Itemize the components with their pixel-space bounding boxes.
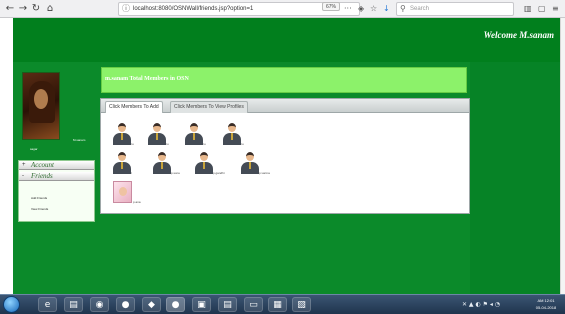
forward-icon[interactable]: → — [17, 2, 29, 16]
taskbar: e ▤ ◉ ● ◆ ● ▣ ▤ ▭ ▦ ▧ ✕ ▲ ◐ ⚑ ◂ ◔ AM 12:… — [0, 294, 565, 314]
member-item[interactable]: r — [113, 152, 141, 178]
member-item[interactable]: p.sonu — [153, 152, 181, 178]
member-avatar-icon — [246, 152, 254, 161]
download-icon[interactable]: ↓ — [383, 3, 390, 15]
member-photo-face — [119, 187, 127, 196]
member-name: ru — [166, 142, 169, 146]
accordion-account-label: Account — [31, 161, 54, 169]
member-avatar-tie — [231, 133, 233, 140]
accordion-account[interactable]: + Account — [19, 161, 94, 170]
page-header: Welcome M.sanam — [13, 18, 560, 62]
member-item[interactable]: p.gandhi — [195, 152, 225, 178]
member-avatar-icon — [118, 152, 126, 161]
document-icon[interactable]: ▤ — [218, 297, 237, 312]
sidebar-menu: + Account - Friends Add Friends View Fri… — [18, 160, 95, 222]
collapse-icon: - — [22, 173, 24, 179]
member-avatar-icon — [158, 152, 166, 161]
member-item[interactable]: p.varma — [241, 152, 270, 178]
member-name: r — [131, 171, 132, 175]
expand-icon: + — [22, 162, 26, 168]
system-tray-icons[interactable]: ✕ ▲ ◐ ⚑ ◂ ◔ — [462, 300, 500, 309]
member-name: p.sonu — [171, 171, 181, 175]
tab-strip: Click Members To Add Click Members To Vi… — [101, 99, 469, 113]
member-item[interactable]: ru — [113, 123, 141, 149]
member-name: ru — [241, 142, 244, 146]
member-avatar-tie — [203, 162, 205, 169]
menu-icon[interactable]: ≡ — [552, 3, 559, 15]
vertical-scrollbar[interactable] — [560, 18, 565, 294]
pocket-icon[interactable]: ◈ — [358, 3, 364, 15]
accordion-friends-label: Friends — [31, 172, 53, 180]
members-banner-title: m.sanam Total Members in OSN — [105, 76, 189, 82]
view-friends-link[interactable]: View Friends — [31, 207, 48, 211]
page-actions-icon[interactable]: ··· — [344, 3, 352, 15]
folder-icon[interactable]: ▣ — [192, 297, 211, 312]
profile-photo — [22, 72, 60, 140]
members-panel: Click Members To Add Click Members To Vi… — [100, 98, 470, 214]
member-item[interactable]: p.ana — [113, 181, 141, 207]
reload-icon[interactable]: ↻ — [30, 2, 42, 16]
welcome-text: Welcome M.sanam — [483, 30, 554, 40]
member-avatar-icon — [228, 123, 236, 132]
url-text: localhost:8080/OSNWall/friends.jsp?optio… — [133, 6, 254, 12]
home-icon[interactable]: ⌂ — [44, 2, 56, 16]
bookmark-star-icon[interactable]: ☆ — [370, 3, 377, 15]
member-avatar-tie — [193, 133, 195, 140]
member-name: ru — [131, 142, 134, 146]
accordion-friends[interactable]: - Friends — [19, 172, 94, 181]
start-button[interactable] — [3, 296, 20, 313]
info-icon[interactable]: ⓘ — [122, 3, 130, 15]
clock[interactable]: AM 12:01 05-04-2018 — [530, 297, 562, 311]
sidebar-icon[interactable]: ▢ — [538, 3, 546, 15]
firefox-active-icon[interactable]: ● — [166, 297, 185, 312]
member-avatar-icon — [153, 123, 161, 132]
screenshot-icon[interactable]: ▦ — [268, 297, 287, 312]
browser-toolbar: ← → ↻ ⌂ ⓘ localhost:8080/OSNWall/friends… — [0, 0, 565, 18]
member-name: p.gandhi — [213, 171, 225, 175]
member-name: p.ana — [133, 200, 141, 204]
members-banner: m.sanam Total Members in OSN — [101, 67, 467, 93]
right-column — [470, 62, 560, 294]
paint-icon[interactable]: ▧ — [292, 297, 311, 312]
profile-caption: sagar — [30, 147, 38, 151]
member-avatar-tie — [121, 133, 123, 140]
member-avatar-tie — [156, 133, 158, 140]
member-avatar-icon — [200, 152, 208, 161]
member-avatar-icon — [190, 123, 198, 132]
explorer-icon[interactable]: ▤ — [64, 297, 83, 312]
ie-icon[interactable]: e — [38, 297, 57, 312]
media-icon[interactable]: ◉ — [90, 297, 109, 312]
profile-name: M.sanam — [73, 138, 86, 142]
member-avatar-tie — [161, 162, 163, 169]
member-photo — [113, 181, 132, 203]
page-margin — [0, 18, 13, 294]
member-item[interactable]: ru — [148, 123, 176, 149]
zoom-level[interactable]: 67% — [322, 2, 340, 11]
member-avatar-tie — [121, 162, 123, 169]
window-icon[interactable]: ▭ — [244, 297, 263, 312]
firefox-icon[interactable]: ● — [116, 297, 135, 312]
library-icon[interactable]: ▥ — [524, 3, 532, 15]
app-icon[interactable]: ◆ — [142, 297, 161, 312]
clock-date: 05-04-2018 — [535, 305, 557, 310]
search-input[interactable]: ⚲ Search — [396, 2, 514, 16]
clock-time: AM 12:01 — [537, 298, 555, 303]
member-item[interactable]: ru — [223, 123, 251, 149]
member-avatar-tie — [249, 162, 251, 169]
profile-photo-face — [34, 89, 48, 109]
member-name: ru — [203, 142, 206, 146]
search-placeholder: Search — [410, 6, 430, 12]
member-name: p.varma — [259, 171, 270, 175]
search-icon: ⚲ — [400, 4, 406, 13]
member-avatar-icon — [118, 123, 126, 132]
tab-click-members-to-view-profiles[interactable]: Click Members To View Profiles — [170, 101, 248, 113]
add-friends-link[interactable]: Add Friends — [31, 196, 47, 200]
tab-click-members-to-add[interactable]: Click Members To Add — [105, 101, 163, 113]
back-icon[interactable]: ← — [4, 2, 16, 16]
member-item[interactable]: ru — [185, 123, 213, 149]
